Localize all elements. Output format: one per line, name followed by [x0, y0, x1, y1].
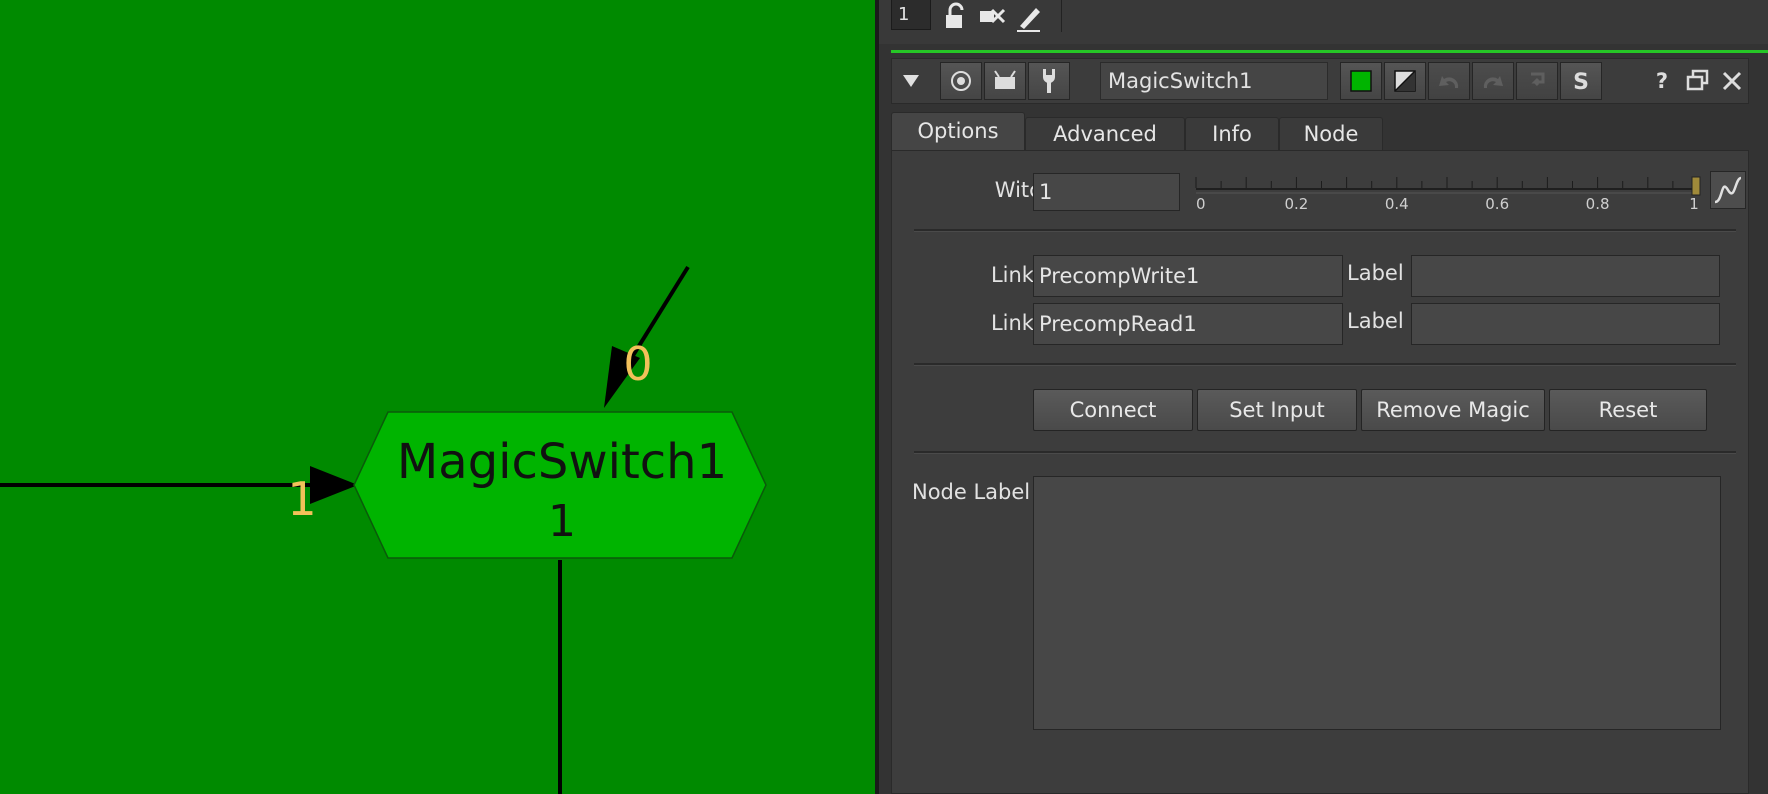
tab-options[interactable]: Options — [891, 112, 1025, 152]
link-0-input[interactable]: PrecompWrite1 — [1033, 255, 1343, 297]
wrench-icon[interactable] — [1028, 62, 1070, 100]
center-node-icon[interactable] — [940, 62, 982, 100]
node-graph[interactable]: MagicSwitch1 1 0 1 — [0, 0, 875, 794]
input-1-label: 1 — [287, 472, 316, 526]
link-0-label-caption: Label — [1347, 261, 1404, 285]
node-label-caption: Node Label — [912, 480, 1031, 504]
color-reset-icon[interactable] — [1384, 62, 1426, 100]
separator — [914, 451, 1736, 454]
max-panels-input[interactable]: 1 — [891, 0, 931, 30]
curve-icon[interactable] — [1710, 171, 1746, 209]
witch-slider[interactable]: 0 0.2 0.4 0.6 0.8 1 — [1190, 169, 1710, 217]
revert-icon[interactable] — [1516, 62, 1558, 100]
link-1-label-input[interactable] — [1411, 303, 1720, 345]
slider-tick-label: 0 — [1196, 195, 1206, 213]
reset-button[interactable]: Reset — [1549, 389, 1707, 431]
color-swatch-icon[interactable] — [1340, 62, 1382, 100]
undo-icon[interactable] — [1428, 62, 1470, 100]
clear-icon[interactable] — [977, 2, 1007, 32]
link-0-label-input[interactable] — [1411, 255, 1720, 297]
link-1-input[interactable]: PrecompRead1 — [1033, 303, 1343, 345]
witch-input[interactable]: 1 — [1033, 173, 1180, 211]
viewer-icon[interactable] — [984, 62, 1026, 100]
tab-bar: Options Advanced Info Node — [891, 112, 1751, 152]
selected-node-indicator — [891, 50, 1768, 53]
slider-tick-label: 0.2 — [1284, 195, 1308, 213]
tab-info[interactable]: Info — [1185, 117, 1279, 151]
slider-tick-label: 0.4 — [1385, 195, 1409, 213]
properties-toolbar: 1 — [879, 0, 1768, 44]
properties-panel: 1 MagicSwitch1 S ? Options Advanced Info… — [879, 0, 1768, 794]
toolbar-separator — [1061, 0, 1062, 32]
pencil-icon[interactable] — [1014, 2, 1044, 32]
slider-tick-label: 1 — [1689, 195, 1699, 213]
input-1-arrow — [310, 466, 358, 504]
options-tab-content: Witch 1 0 0.2 0.4 0.6 0.8 1 Link 0 PrecompWri… — [891, 150, 1749, 794]
svg-text:S: S — [1573, 70, 1589, 94]
redo-icon[interactable] — [1472, 62, 1514, 100]
tab-node[interactable]: Node — [1279, 117, 1383, 151]
script-icon[interactable]: S — [1560, 62, 1602, 100]
float-icon[interactable] — [1684, 67, 1712, 95]
connect-button[interactable]: Connect — [1033, 389, 1193, 431]
node-value: 1 — [548, 496, 576, 547]
node-name-input[interactable]: MagicSwitch1 — [1100, 62, 1328, 100]
remove-magic-button[interactable]: Remove Magic — [1361, 389, 1545, 431]
link-1-label-caption: Label — [1347, 309, 1404, 333]
node-label-textarea[interactable] — [1033, 476, 1721, 730]
node-graph-canvas: MagicSwitch1 1 0 1 — [0, 265, 767, 794]
set-input-button[interactable]: Set Input — [1197, 389, 1357, 431]
slider-tick-label: 0.6 — [1485, 195, 1509, 213]
tab-advanced[interactable]: Advanced — [1025, 117, 1185, 151]
slider-tick-label: 0.8 — [1586, 195, 1610, 213]
triangle-down-icon[interactable] — [896, 67, 926, 95]
lock-icon[interactable] — [941, 2, 971, 32]
help-icon[interactable]: ? — [1649, 67, 1675, 95]
slider-handle[interactable] — [1691, 176, 1701, 196]
separator — [914, 363, 1736, 366]
close-icon[interactable] — [1718, 67, 1746, 95]
separator — [914, 229, 1736, 232]
node-title: MagicSwitch1 — [397, 434, 727, 490]
node-header-bar: MagicSwitch1 S ? — [891, 58, 1749, 104]
input-0-label: 0 — [623, 337, 652, 391]
